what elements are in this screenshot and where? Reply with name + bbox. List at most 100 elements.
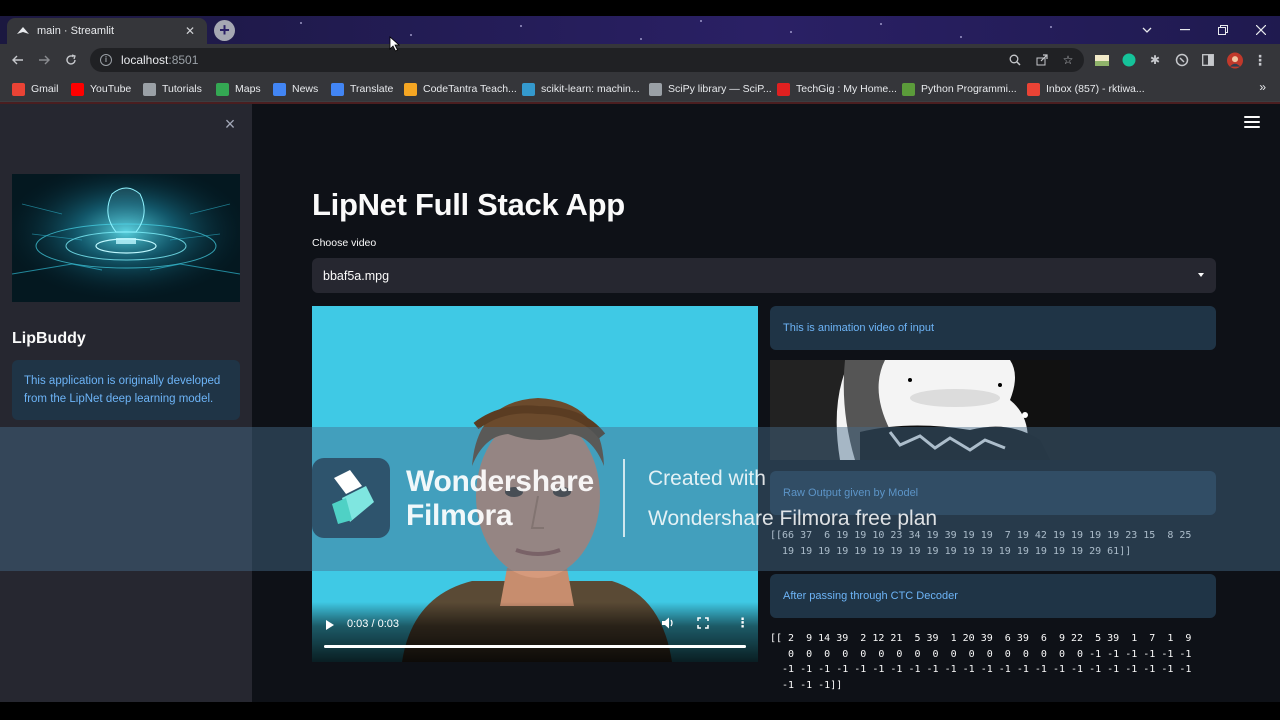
python-icon xyxy=(902,82,915,96)
new-tab-button[interactable]: + xyxy=(214,20,235,41)
bookmark-item[interactable]: YouTube xyxy=(71,81,131,97)
extension-grammarly-icon[interactable] xyxy=(1121,52,1137,68)
selected-value: bbaf5a.mpg xyxy=(323,268,390,283)
ctc-output-code: [[ 2 9 14 39 2 12 21 5 39 1 20 39 6 39 6… xyxy=(770,633,1192,691)
animation-info-text: This is animation video of input xyxy=(783,322,935,334)
extension-sync-icon[interactable] xyxy=(1174,52,1190,68)
gmail-icon xyxy=(1027,82,1040,96)
tab-title: main · Streamlit xyxy=(37,25,115,37)
streamlit-app: × LipBuddy This application is originall… xyxy=(0,104,1280,702)
filmora-logo-icon xyxy=(312,458,390,538)
bookmark-item[interactable]: TechGig : My Home... xyxy=(777,81,897,97)
maps-icon xyxy=(216,82,229,96)
bookmark-item[interactable]: SciPy library — SciP... xyxy=(649,81,772,97)
sidebar-close-icon[interactable]: × xyxy=(222,114,238,135)
mouse-cursor-icon xyxy=(389,36,401,52)
ctc-info-alert: After passing through CTC Decoder xyxy=(770,574,1216,618)
video-time: 0:03 / 0:03 xyxy=(347,618,399,630)
sidebar-info-alert: This application is originally developed… xyxy=(12,360,240,420)
zoom-icon[interactable] xyxy=(1008,53,1022,67)
bookmark-label: YouTube xyxy=(90,83,132,95)
window-close-icon[interactable] xyxy=(1242,16,1280,44)
browser-chrome: main · Streamlit ✕ + i localhost :8501 ☆… xyxy=(0,16,1280,104)
bookmark-label: scikit-learn: machin... xyxy=(541,83,640,95)
select-label: Choose video xyxy=(312,237,377,249)
bookmarks-bar: Gmail YouTube Tutorials Maps News Translate Co… xyxy=(0,76,1280,102)
youtube-icon xyxy=(71,82,84,96)
filmora-brand-line1: Wondershare xyxy=(406,465,594,498)
profile-avatar[interactable] xyxy=(1227,52,1243,68)
scikit-icon xyxy=(522,82,535,96)
tab-main[interactable]: main · Streamlit ✕ xyxy=(7,18,207,44)
address-bar[interactable]: i localhost :8501 ☆ xyxy=(90,48,1084,72)
restore-icon[interactable] xyxy=(1204,16,1242,44)
chevron-down-icon xyxy=(1198,273,1204,277)
globe-icon xyxy=(143,82,156,96)
bookmark-label: Python Programmi... xyxy=(921,83,1017,95)
site-info-icon[interactable]: i xyxy=(100,54,112,66)
close-icon[interactable]: ✕ xyxy=(183,24,197,38)
back-icon[interactable] xyxy=(10,52,26,68)
more-options-icon[interactable]: ⋮ xyxy=(736,616,749,630)
bookmark-label: Maps xyxy=(235,83,261,95)
bookmark-item[interactable]: Translate xyxy=(331,81,393,97)
video-progress-fill xyxy=(324,645,746,648)
video-select[interactable]: bbaf5a.mpg xyxy=(312,258,1216,293)
translate-icon xyxy=(331,82,344,96)
chrome-menu-icon[interactable]: ⋮ xyxy=(1252,52,1268,68)
bookmarks-overflow-icon[interactable]: » xyxy=(1259,80,1266,94)
bookmark-label: Tutorials xyxy=(162,83,202,95)
streamlit-icon xyxy=(17,25,29,37)
extension-image-icon[interactable] xyxy=(1094,52,1110,68)
codetantra-icon xyxy=(404,82,417,96)
bookmark-label: News xyxy=(292,83,319,95)
bookmark-label: TechGig : My Home... xyxy=(796,83,897,95)
hamburger-menu-icon[interactable] xyxy=(1244,116,1260,130)
ctc-info-text: After passing through CTC Decoder xyxy=(783,590,958,602)
volume-icon[interactable] xyxy=(661,616,675,630)
bookmark-label: Inbox (857) - rktiwa... xyxy=(1046,83,1145,95)
bookmark-item[interactable]: Gmail xyxy=(12,81,58,97)
forward-icon[interactable] xyxy=(36,52,52,68)
filmora-brand: Wondershare Filmora xyxy=(406,465,594,533)
sidebar-title: LipBuddy xyxy=(12,330,86,347)
bookmark-label: CodeTantra Teach... xyxy=(423,83,517,95)
bookmark-item[interactable]: Inbox (857) - rktiwa... xyxy=(1027,81,1145,97)
gmail-icon xyxy=(12,82,25,96)
bookmark-label: SciPy library — SciP... xyxy=(668,83,772,95)
sidebar-image xyxy=(12,174,240,302)
bookmark-item[interactable]: Maps xyxy=(216,81,261,97)
sidebar: × LipBuddy This application is originall… xyxy=(0,104,252,702)
bookmark-item[interactable]: Python Programmi... xyxy=(902,81,1017,97)
video-controls: 0:03 / 0:03 ⋮ xyxy=(312,602,758,662)
minimize-icon[interactable] xyxy=(1166,16,1204,44)
animation-info-alert: This is animation video of input xyxy=(770,306,1216,350)
bookmark-item[interactable]: scikit-learn: machin... xyxy=(522,81,640,97)
watermark-divider xyxy=(623,459,625,537)
side-panel-icon[interactable] xyxy=(1200,52,1216,68)
url-host: localhost xyxy=(121,53,169,67)
video-progress-bar[interactable] xyxy=(324,645,746,648)
tab-strip: main · Streamlit ✕ + xyxy=(0,16,1280,44)
play-icon[interactable] xyxy=(326,620,334,630)
extensions-puzzle-icon[interactable]: ✱ xyxy=(1147,52,1163,68)
share-icon[interactable] xyxy=(1035,53,1049,67)
navigation-bar: i localhost :8501 ☆ ✱ ⋮ xyxy=(0,44,1280,76)
watermark-created-with: Created with xyxy=(648,467,766,490)
bookmark-item[interactable]: News xyxy=(273,81,318,97)
reload-icon[interactable] xyxy=(63,52,79,68)
url-port: :8501 xyxy=(168,53,199,67)
techgig-icon xyxy=(777,82,790,96)
bookmark-item[interactable]: CodeTantra Teach... xyxy=(404,81,517,97)
bookmark-star-icon[interactable]: ☆ xyxy=(1061,53,1075,67)
filmora-watermark: Wondershare Filmora Created with Wonders… xyxy=(0,427,1280,571)
bookmark-item[interactable]: Tutorials xyxy=(143,81,202,97)
globe-icon xyxy=(649,82,662,96)
bookmark-label: Translate xyxy=(350,83,394,95)
news-icon xyxy=(273,82,286,96)
page-title: LipNet Full Stack App xyxy=(312,187,625,222)
tab-search-icon[interactable] xyxy=(1128,16,1166,44)
fullscreen-icon[interactable] xyxy=(697,616,711,630)
filmora-brand-line2: Filmora xyxy=(406,499,513,532)
watermark-plan: Wondershare Filmora free plan xyxy=(648,507,938,530)
